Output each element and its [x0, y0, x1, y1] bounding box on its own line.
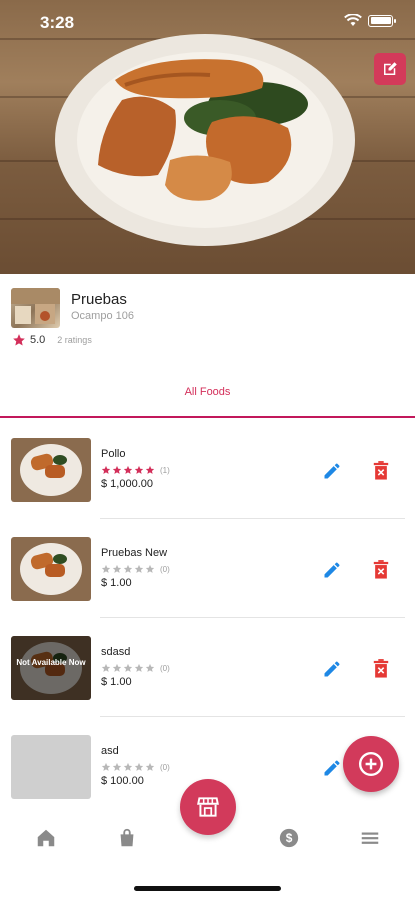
shopping-bag-icon [120, 828, 134, 847]
food-list-item[interactable]: Pruebas New (0) $ 1.00 [0, 519, 415, 618]
star-icon [123, 564, 133, 573]
star-icon [134, 762, 144, 771]
home-indicator [134, 886, 281, 891]
delete-food-button[interactable] [370, 658, 392, 680]
pencil-icon [324, 661, 340, 677]
food-rating-count: (1) [160, 465, 170, 475]
food-name: asd [101, 745, 119, 757]
food-price: $ 1.00 [101, 577, 132, 589]
nav-orders[interactable] [115, 826, 139, 850]
food-rating: (1) [101, 465, 170, 475]
delete-food-button[interactable] [370, 559, 392, 581]
star-icon [134, 663, 144, 672]
star-icon [101, 465, 111, 474]
pencil-icon [324, 760, 340, 776]
food-image: Not Available Now [11, 636, 91, 700]
ratings-count: 2 ratings [57, 335, 92, 345]
star-icon [145, 663, 155, 672]
trash-icon [373, 560, 389, 579]
food-name: Pollo [101, 448, 126, 460]
delete-food-button[interactable] [370, 460, 392, 482]
nav-menu[interactable] [358, 826, 382, 850]
star-icon [112, 663, 122, 672]
nav-earnings[interactable]: $ [277, 826, 301, 850]
food-name: sdasd [101, 646, 131, 658]
edit-food-button[interactable] [321, 460, 343, 482]
star-icon [112, 564, 122, 573]
add-circle-icon [358, 751, 384, 777]
tab-indicator [0, 415, 415, 418]
food-rating-count: (0) [160, 663, 170, 673]
restaurant-info: Pruebas Ocampo 106 5.0 2 ratings [0, 274, 415, 359]
not-available-label: Not Available Now [16, 658, 86, 667]
restaurant-name: Pruebas [71, 291, 127, 308]
pencil-icon [324, 463, 340, 479]
food-name: Pruebas New [101, 547, 168, 559]
food-list-item[interactable]: Pollo (1) $ 1,000.00 [0, 420, 415, 519]
food-rating-count: (0) [160, 762, 170, 772]
home-icon [37, 829, 55, 847]
restaurant-cover-image: 3:28 [0, 0, 415, 274]
food-rating: (0) [101, 663, 170, 673]
star-icon [101, 564, 111, 573]
wifi-icon [344, 14, 362, 26]
trash-icon [373, 659, 389, 678]
restaurant-address: Ocampo 106 [71, 310, 134, 322]
nav-store-button[interactable] [180, 779, 236, 835]
food-image [11, 537, 91, 601]
food-rating-count: (0) [160, 564, 170, 574]
food-rating: (0) [101, 564, 170, 574]
star-icon [123, 762, 133, 771]
tab-label: All Foods [184, 386, 231, 398]
food-price: $ 100.00 [101, 775, 144, 787]
pencil-icon [324, 562, 340, 578]
star-icon [123, 663, 133, 672]
menu-icon [361, 832, 379, 844]
star-icon [101, 663, 111, 672]
star-icon [145, 762, 155, 771]
star-icon [134, 564, 144, 573]
svg-text:$: $ [286, 831, 293, 845]
star-icon [112, 465, 122, 474]
food-image [11, 438, 91, 502]
trash-icon [373, 461, 389, 480]
star-icon [101, 762, 111, 771]
rating-value: 5.0 [30, 334, 46, 346]
restaurant-thumbnail [11, 288, 60, 328]
edit-food-button[interactable] [321, 658, 343, 680]
food-list-item[interactable]: Not Available Now sdasd (0) $ 1.00 [0, 618, 415, 717]
food-rating: (0) [101, 762, 170, 772]
star-icon [123, 465, 133, 474]
status-time: 3:28 [40, 13, 75, 32]
edit-food-button[interactable] [321, 559, 343, 581]
star-icon [145, 564, 155, 573]
food-price: $ 1,000.00 [101, 478, 153, 490]
tab-all-foods[interactable]: All Foods [0, 378, 415, 418]
food-price: $ 1.00 [101, 676, 132, 688]
star-icon [13, 334, 25, 346]
star-icon [134, 465, 144, 474]
battery-icon [368, 14, 396, 27]
restaurant-rating: 5.0 2 ratings [12, 333, 92, 347]
star-icon [112, 762, 122, 771]
edit-restaurant-button[interactable] [374, 53, 406, 85]
nav-home[interactable] [34, 826, 58, 850]
status-bar: 3:28 [0, 0, 415, 44]
add-food-button[interactable] [343, 736, 399, 792]
edit-food-button[interactable] [321, 757, 343, 779]
food-image-placeholder [11, 735, 91, 799]
dollar-icon: $ [279, 828, 299, 848]
star-icon [145, 465, 155, 474]
store-icon [197, 797, 219, 817]
edit-square-icon [384, 62, 397, 75]
